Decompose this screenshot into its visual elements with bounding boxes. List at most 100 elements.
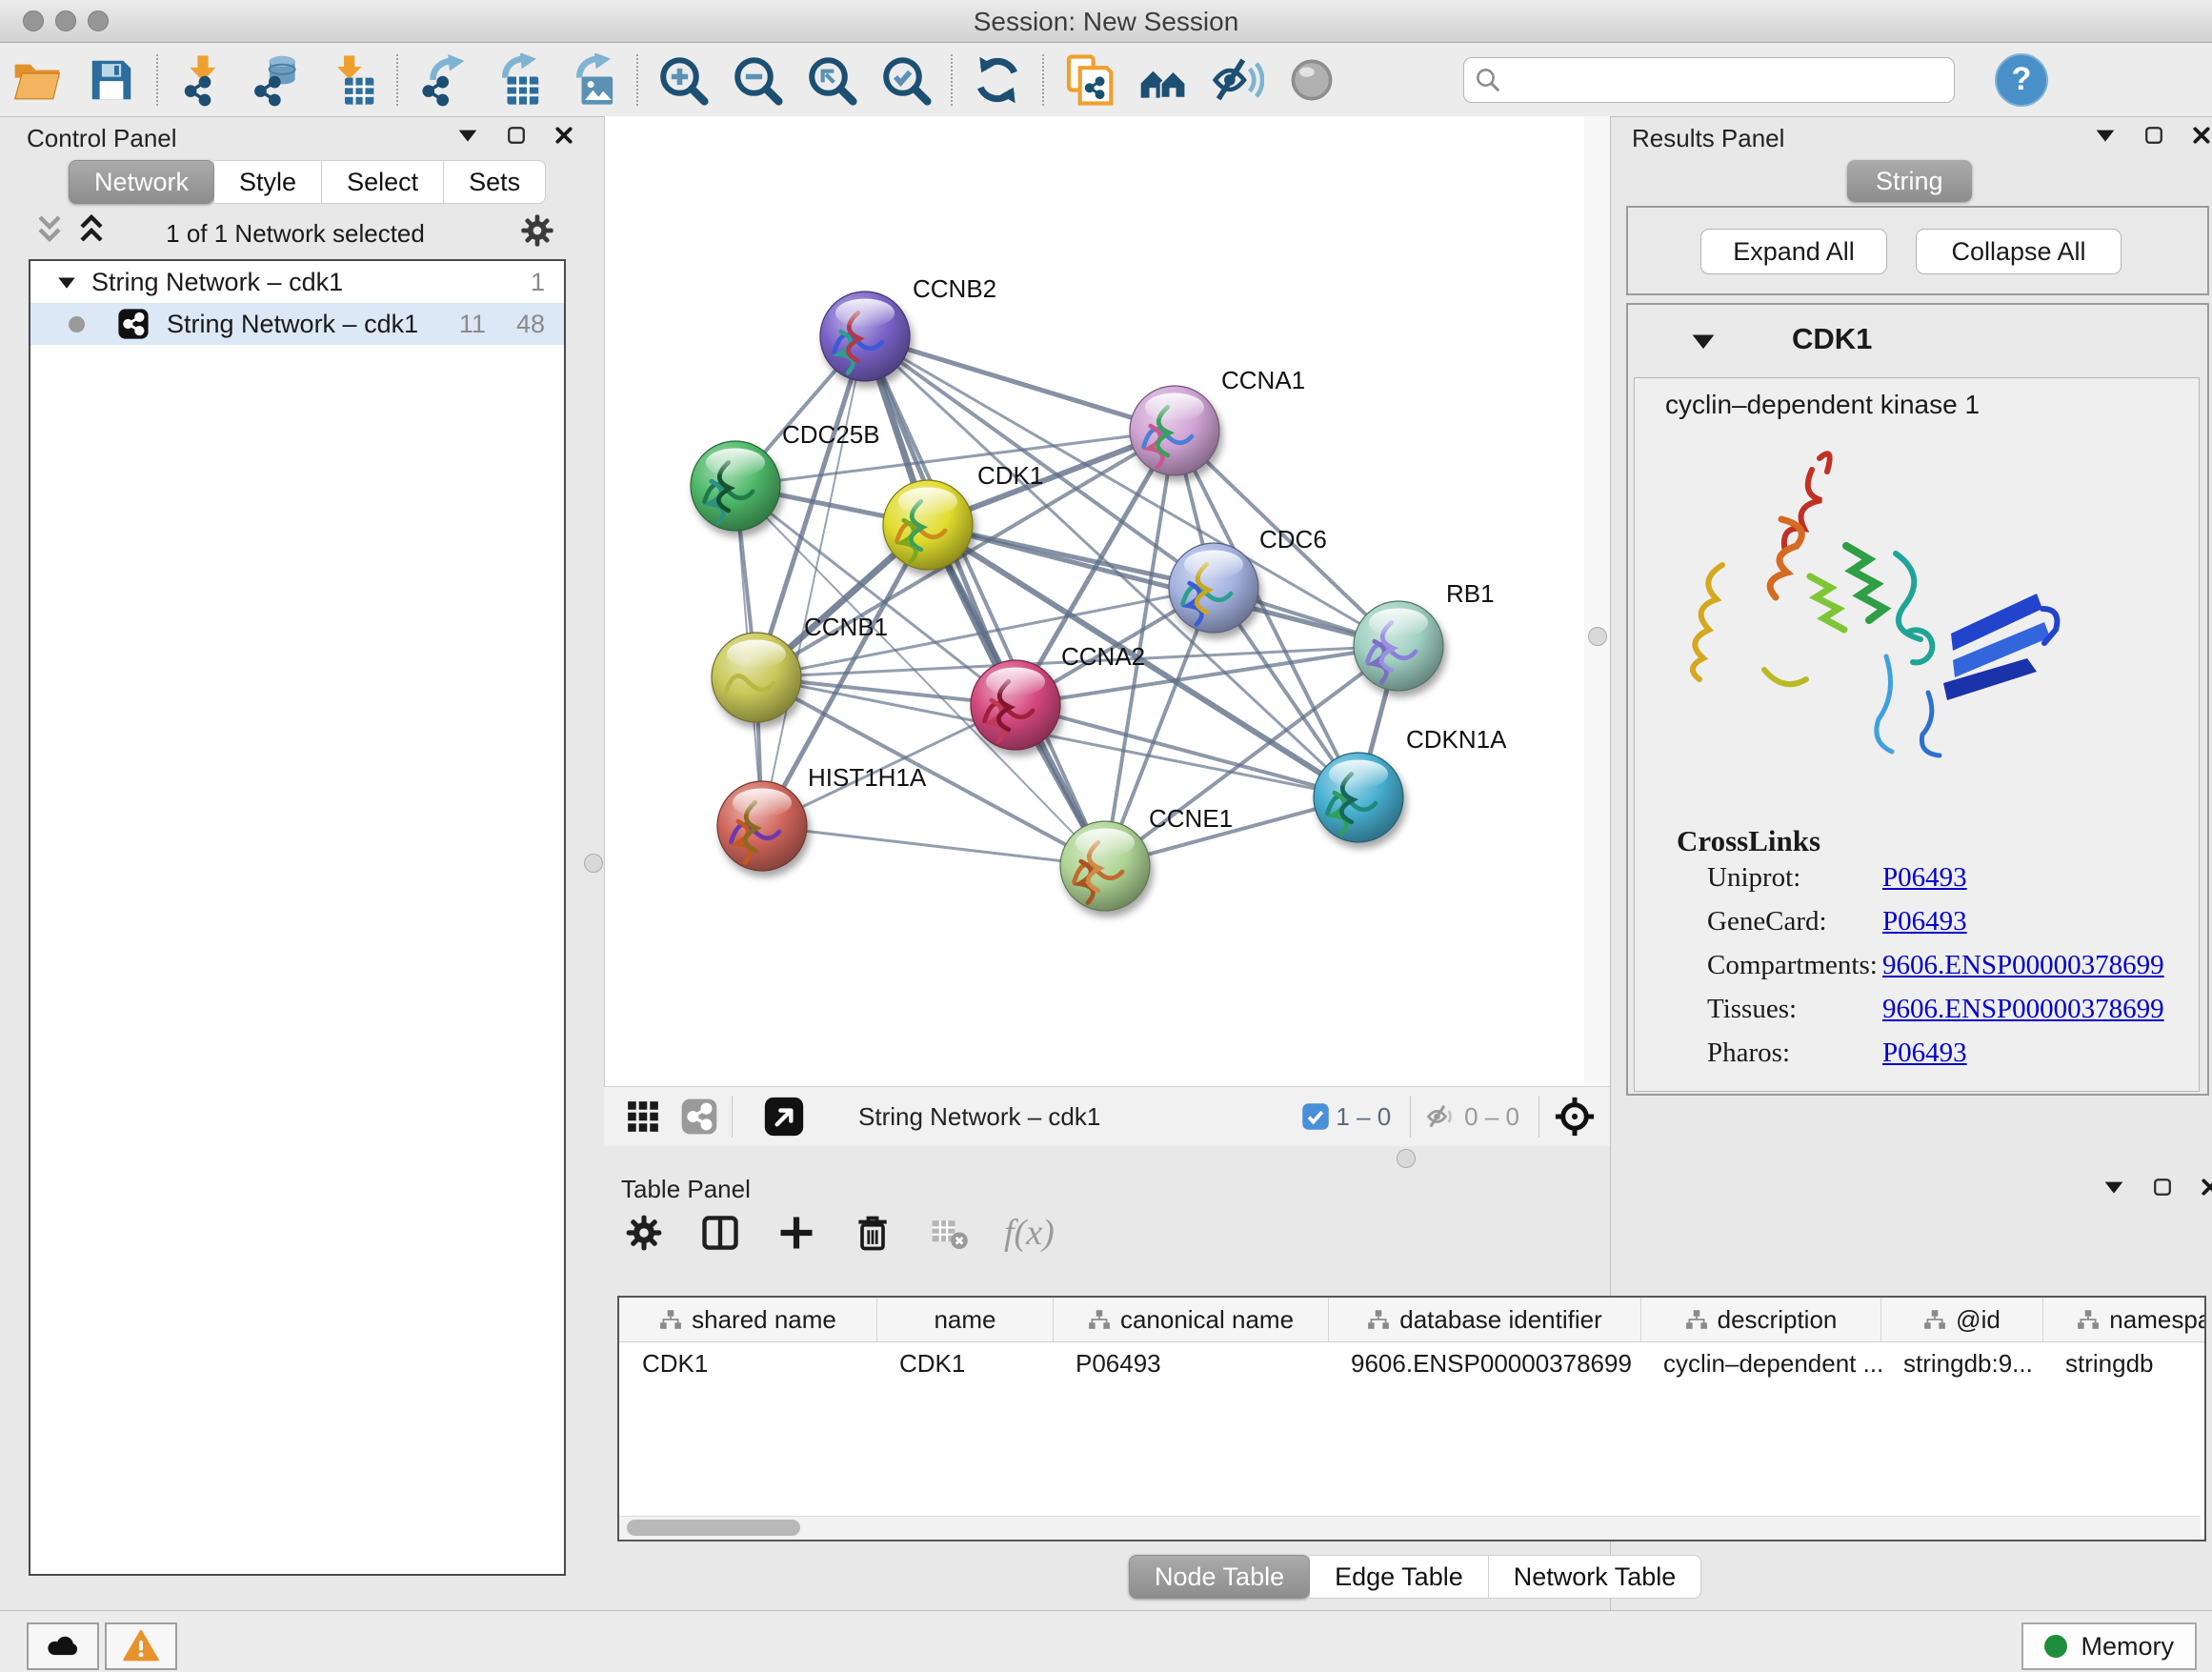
left-splitter-handle[interactable]: [584, 854, 603, 873]
node-RB1[interactable]: [1354, 601, 1443, 691]
table-gear-icon[interactable]: [623, 1212, 665, 1254]
float-panel-icon[interactable]: [2144, 126, 2163, 145]
close-panel-icon[interactable]: [554, 126, 573, 145]
network-share-icon[interactable]: [680, 1098, 718, 1136]
memory-button[interactable]: Memory: [2021, 1622, 2197, 1670]
export-image-button[interactable]: [554, 50, 629, 111]
crosslink-link[interactable]: P06493: [1882, 1037, 1967, 1069]
expand-all-chevron-icon[interactable]: [76, 212, 107, 248]
float-panel-icon[interactable]: [2153, 1178, 2172, 1197]
table-cell[interactable]: stringdb: [2042, 1341, 2206, 1385]
entry-caret-icon[interactable]: [1691, 332, 1716, 351]
column-header-namespace[interactable]: namespace: [2042, 1298, 2206, 1341]
network-collection-row[interactable]: String Network – cdk1 1: [30, 261, 564, 303]
bottom-splitter-handle[interactable]: [1397, 1149, 1416, 1168]
tab-sets[interactable]: Sets: [444, 160, 546, 204]
import-table-file-button[interactable]: [314, 50, 389, 111]
save-session-button[interactable]: [74, 50, 149, 111]
node-CCNB2[interactable]: [820, 292, 910, 381]
expand-all-button[interactable]: Expand All: [1700, 229, 1887, 274]
export-network-button[interactable]: [406, 50, 480, 111]
node-CDK1[interactable]: [883, 480, 973, 570]
zoom-out-button[interactable]: [720, 50, 794, 111]
hide-graphics-details-button[interactable]: [1200, 50, 1275, 111]
scrollbar-thumb[interactable]: [627, 1520, 800, 1536]
export-table-button[interactable]: [480, 50, 554, 111]
column-header-canonical-name[interactable]: canonical name: [1053, 1298, 1328, 1341]
tab-network-table[interactable]: Network Table: [1489, 1555, 1702, 1599]
grid-view-icon[interactable]: [625, 1098, 661, 1135]
table-cell[interactable]: CDK1: [876, 1341, 1053, 1385]
edge-CCNB2-CCNA1[interactable]: [865, 336, 1175, 431]
network-row[interactable]: String Network – cdk1 11 48: [30, 303, 564, 345]
network-canvas[interactable]: CCNB2CCNA1CDC25BCDK1CDC6RB1CCNB1CCNA2CDK…: [604, 116, 1584, 1086]
open-in-window-icon[interactable]: [763, 1096, 805, 1138]
show-columns-icon[interactable]: [699, 1212, 741, 1254]
panel-menu-icon[interactable]: [2103, 1179, 2124, 1195]
zoom-fit-button[interactable]: [794, 50, 869, 111]
left-splitter[interactable]: [583, 116, 604, 1610]
table-horizontal-scrollbar[interactable]: [619, 1516, 2201, 1540]
clone-network-button[interactable]: [1052, 50, 1126, 111]
search-input[interactable]: [1502, 64, 1944, 95]
tree-caret-icon[interactable]: [57, 275, 76, 290]
string-home-button[interactable]: [1126, 50, 1200, 111]
close-panel-icon[interactable]: [2201, 1178, 2212, 1197]
right-splitter-handle[interactable]: [1588, 627, 1607, 646]
tab-network[interactable]: Network: [69, 160, 214, 204]
panel-menu-icon[interactable]: [457, 128, 478, 143]
collapse-all-chevron-icon[interactable]: [34, 212, 65, 248]
column-header-database-identifier[interactable]: database identifier: [1328, 1298, 1640, 1341]
add-column-icon[interactable]: [775, 1212, 817, 1254]
crosslink-link[interactable]: 9606.ENSP00000378699: [1882, 950, 2164, 981]
table-cell[interactable]: stringdb:9...: [1880, 1341, 2042, 1385]
right-splitter[interactable]: [1583, 116, 1611, 1086]
node-CCNB1[interactable]: [712, 633, 801, 722]
node-HIST1H1A[interactable]: [717, 781, 807, 871]
edge-CCNB2-HIST1H1A[interactable]: [762, 336, 865, 826]
node-CCNA2[interactable]: [971, 660, 1060, 750]
node-gloss-highlight: [1184, 551, 1243, 579]
table-cell[interactable]: CDK1: [619, 1341, 876, 1385]
delete-column-icon[interactable]: [852, 1212, 894, 1254]
edge-HIST1H1A-CCNE1[interactable]: [762, 826, 1105, 866]
import-network-file-button[interactable]: [166, 50, 240, 111]
node-CCNE1[interactable]: [1060, 821, 1150, 911]
panel-menu-icon[interactable]: [2095, 128, 2116, 143]
fit-crosshair-icon[interactable]: [1553, 1095, 1597, 1138]
column-header-shared-name[interactable]: shared name: [619, 1298, 876, 1341]
node-CDKN1A[interactable]: [1314, 753, 1403, 842]
column-header-@id[interactable]: @id: [1880, 1298, 2042, 1341]
zoom-in-button[interactable]: [646, 50, 720, 111]
crosslink-link[interactable]: 9606.ENSP00000378699: [1882, 994, 2164, 1025]
cloud-button[interactable]: [27, 1622, 99, 1670]
table-cell[interactable]: cyclin–dependent ...: [1640, 1341, 1880, 1385]
float-panel-icon[interactable]: [507, 126, 526, 145]
selected-checkbox-icon[interactable]: [1301, 1102, 1330, 1131]
zoom-selected-button[interactable]: [869, 50, 943, 111]
tab-select[interactable]: Select: [322, 160, 444, 204]
node-CCNA1[interactable]: [1130, 386, 1219, 475]
show-graphics-details-button[interactable]: [1275, 50, 1349, 111]
import-network-database-button[interactable]: [240, 50, 314, 111]
table-cell[interactable]: P06493: [1053, 1341, 1328, 1385]
tab-edge-table[interactable]: Edge Table: [1310, 1555, 1489, 1599]
network-options-gear-icon[interactable]: [518, 212, 556, 250]
node-CDC6[interactable]: [1169, 543, 1258, 633]
warnings-button[interactable]: [105, 1622, 177, 1670]
tab-string[interactable]: String: [1847, 160, 1972, 202]
close-panel-icon[interactable]: [2192, 126, 2211, 145]
string-network-graph[interactable]: CCNB2CCNA1CDC25BCDK1CDC6RB1CCNB1CCNA2CDK…: [605, 116, 1584, 1086]
node-CDC25B[interactable]: [691, 441, 780, 531]
column-header-name[interactable]: name: [876, 1298, 1053, 1341]
table-cell[interactable]: 9606.ENSP00000378699: [1328, 1341, 1640, 1385]
tab-style[interactable]: Style: [214, 160, 322, 204]
crosslink-link[interactable]: P06493: [1882, 906, 1967, 937]
column-header-description[interactable]: description: [1640, 1298, 1880, 1341]
collapse-all-button[interactable]: Collapse All: [1916, 229, 2122, 274]
help-button[interactable]: ?: [1995, 53, 2048, 107]
tab-node-table[interactable]: Node Table: [1129, 1555, 1310, 1599]
crosslink-link[interactable]: P06493: [1882, 862, 1967, 894]
apply-layout-button[interactable]: [960, 50, 1035, 111]
open-session-button[interactable]: [0, 50, 74, 111]
